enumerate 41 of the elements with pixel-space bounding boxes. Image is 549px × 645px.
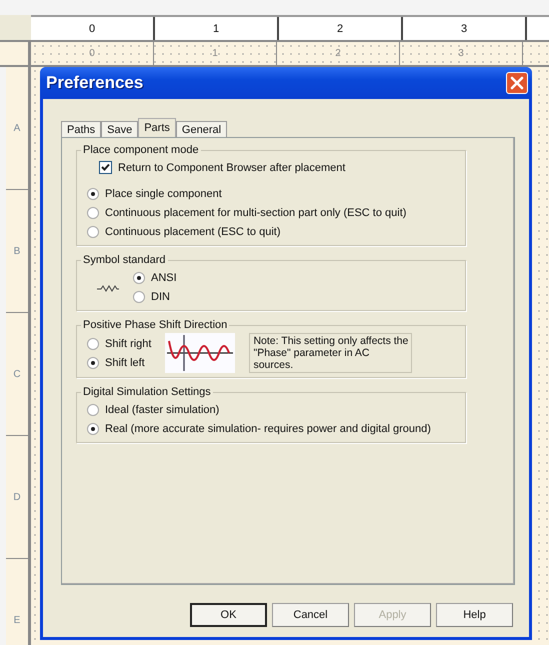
border-label: C: [13, 368, 21, 380]
group-title: Place component mode: [82, 144, 200, 156]
border-label: B: [14, 246, 20, 256]
radio-button[interactable]: Continuous placement (ESC to quit): [87, 222, 406, 241]
group-title: Symbol standard: [82, 254, 167, 266]
close-icon: [510, 76, 524, 90]
ruler-label: 0: [88, 22, 96, 34]
border-label: A: [14, 122, 20, 134]
close-button[interactable]: [506, 72, 528, 94]
radio-button[interactable]: Ideal (faster simulation): [87, 400, 431, 419]
ruler-label: 2: [336, 22, 344, 34]
radio-button[interactable]: Shift left: [87, 353, 152, 372]
border-label: D: [13, 492, 21, 502]
border-label: 2: [335, 48, 341, 59]
zigzag-icon: [97, 284, 119, 292]
tab[interactable]: Parts: [138, 118, 176, 137]
radio-button[interactable]: Shift right: [87, 334, 152, 353]
radio-button[interactable]: Continuous placement for multi-section part only (ESC to quit): [87, 203, 406, 222]
checkbox[interactable]: Return to Component Browser after placement: [99, 158, 459, 177]
dialog-button[interactable]: Help: [436, 603, 513, 627]
radio-button[interactable]: DIN: [133, 287, 177, 306]
ruler-label: 3: [460, 22, 468, 34]
tab[interactable]: Save: [101, 121, 138, 137]
note-text: Note: This setting only affects the "Phase" parameter in AC sources.: [249, 333, 412, 373]
tab[interactable]: Paths: [61, 121, 102, 137]
dialog-button[interactable]: OK: [190, 603, 267, 627]
group-title: Digital Simulation Settings: [82, 386, 212, 398]
border-label: 1: [212, 48, 218, 59]
border-label: 3: [458, 48, 464, 59]
dialog-button[interactable]: Cancel: [272, 603, 349, 627]
border-label: E: [14, 614, 20, 626]
ruler-corner: [0, 15, 31, 40]
group-title: Positive Phase Shift Direction: [82, 319, 228, 331]
radio-button[interactable]: Real (more accurate simulation- requires power and digital ground): [87, 419, 431, 438]
ruler-label: 1: [212, 22, 220, 34]
sine-wave-drawing: [165, 333, 236, 373]
border-label: 0: [89, 48, 95, 59]
window-title: Preferences: [46, 73, 144, 93]
tab[interactable]: General: [176, 121, 228, 137]
radio-button[interactable]: ANSI: [133, 268, 177, 287]
radio-button[interactable]: Place single component: [87, 184, 406, 203]
